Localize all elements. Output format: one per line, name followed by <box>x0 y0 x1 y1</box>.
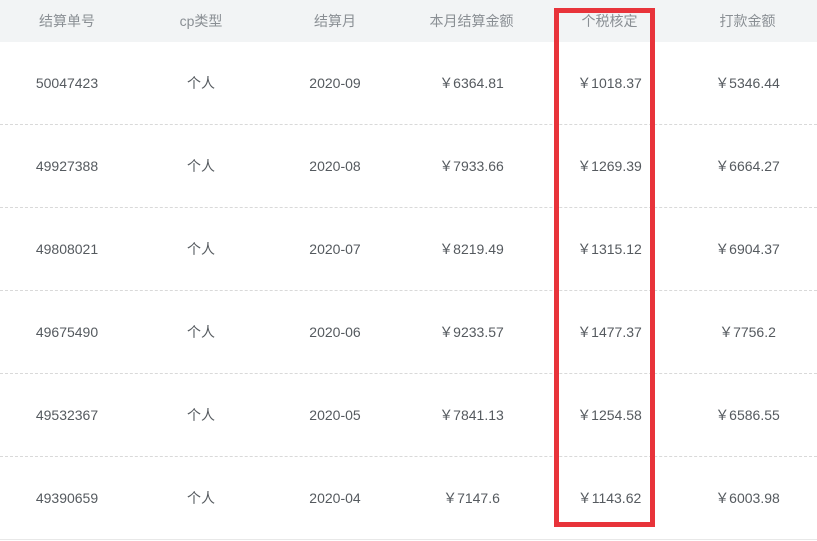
header-monthly-amount: 本月结算金额 <box>429 13 514 29</box>
header-tax-assessed: 个税核定 <box>581 13 638 29</box>
cell-monthly-amount: ￥7841.13 <box>439 407 504 423</box>
settlement-table: 结算单号 cp类型 结算月 本月结算金额 个税核定 打款金额 50047423 … <box>0 0 817 540</box>
cell-settlement-id: 49532367 <box>35 407 99 423</box>
table-row: 49675490 个人 2020-06 ￥9233.57 ￥1477.37 ￥7… <box>0 291 817 374</box>
header-cp-type: cp类型 <box>179 13 223 29</box>
cell-tax-assessed: ￥1315.12 <box>577 241 642 257</box>
table-body: 50047423 个人 2020-09 ￥6364.81 ￥1018.37 ￥5… <box>0 42 817 540</box>
cell-settlement-id: 49390659 <box>35 490 99 506</box>
header-payment-amount: 打款金额 <box>719 13 776 29</box>
cell-payment-amount: ￥5346.44 <box>715 75 780 91</box>
header-settlement-id: 结算单号 <box>39 13 95 29</box>
cell-settlement-month: 2020-05 <box>309 407 361 423</box>
cell-tax-assessed: ￥1018.37 <box>577 75 642 91</box>
table-header: 结算单号 cp类型 结算月 本月结算金额 个税核定 打款金额 <box>0 0 817 42</box>
cell-payment-amount: ￥6904.37 <box>715 241 780 257</box>
table-row: 49390659 个人 2020-04 ￥7147.6 ￥1143.62 ￥60… <box>0 457 817 540</box>
cell-monthly-amount: ￥8219.49 <box>439 241 504 257</box>
cell-settlement-month: 2020-08 <box>309 158 361 174</box>
header-settlement-month: 结算月 <box>314 13 356 29</box>
cell-cp-type: 个人 <box>187 324 215 340</box>
cell-monthly-amount: ￥7147.6 <box>443 490 500 506</box>
cell-cp-type: 个人 <box>187 407 215 423</box>
cell-cp-type: 个人 <box>187 490 215 506</box>
table-row: 49927388 个人 2020-08 ￥7933.66 ￥1269.39 ￥6… <box>0 125 817 208</box>
cell-payment-amount: ￥6664.27 <box>715 158 780 174</box>
cell-tax-assessed: ￥1477.37 <box>577 324 642 340</box>
cell-cp-type: 个人 <box>187 241 215 257</box>
cell-cp-type: 个人 <box>187 158 215 174</box>
table-row: 49808021 个人 2020-07 ￥8219.49 ￥1315.12 ￥6… <box>0 208 817 291</box>
cell-cp-type: 个人 <box>187 75 215 91</box>
cell-payment-amount: ￥7756.2 <box>719 324 776 340</box>
cell-settlement-id: 49675490 <box>35 324 99 340</box>
cell-settlement-id: 49927388 <box>35 158 99 174</box>
cell-settlement-month: 2020-09 <box>309 75 361 91</box>
cell-settlement-id: 49808021 <box>35 241 99 257</box>
cell-payment-amount: ￥6003.98 <box>715 490 780 506</box>
cell-monthly-amount: ￥7933.66 <box>439 158 504 174</box>
cell-tax-assessed: ￥1143.62 <box>577 490 642 506</box>
cell-settlement-month: 2020-04 <box>309 490 361 506</box>
cell-monthly-amount: ￥6364.81 <box>439 75 504 91</box>
settlement-page: 结算单号 cp类型 结算月 本月结算金额 个税核定 打款金额 50047423 … <box>0 0 817 541</box>
table-row: 49532367 个人 2020-05 ￥7841.13 ￥1254.58 ￥6… <box>0 374 817 457</box>
table-row: 50047423 个人 2020-09 ￥6364.81 ￥1018.37 ￥5… <box>0 42 817 125</box>
cell-monthly-amount: ￥9233.57 <box>439 324 504 340</box>
cell-settlement-month: 2020-07 <box>309 241 361 257</box>
cell-settlement-month: 2020-06 <box>309 324 361 340</box>
cell-tax-assessed: ￥1269.39 <box>577 158 642 174</box>
cell-payment-amount: ￥6586.55 <box>715 407 780 423</box>
cell-settlement-id: 50047423 <box>35 75 99 91</box>
cell-tax-assessed: ￥1254.58 <box>577 407 642 423</box>
